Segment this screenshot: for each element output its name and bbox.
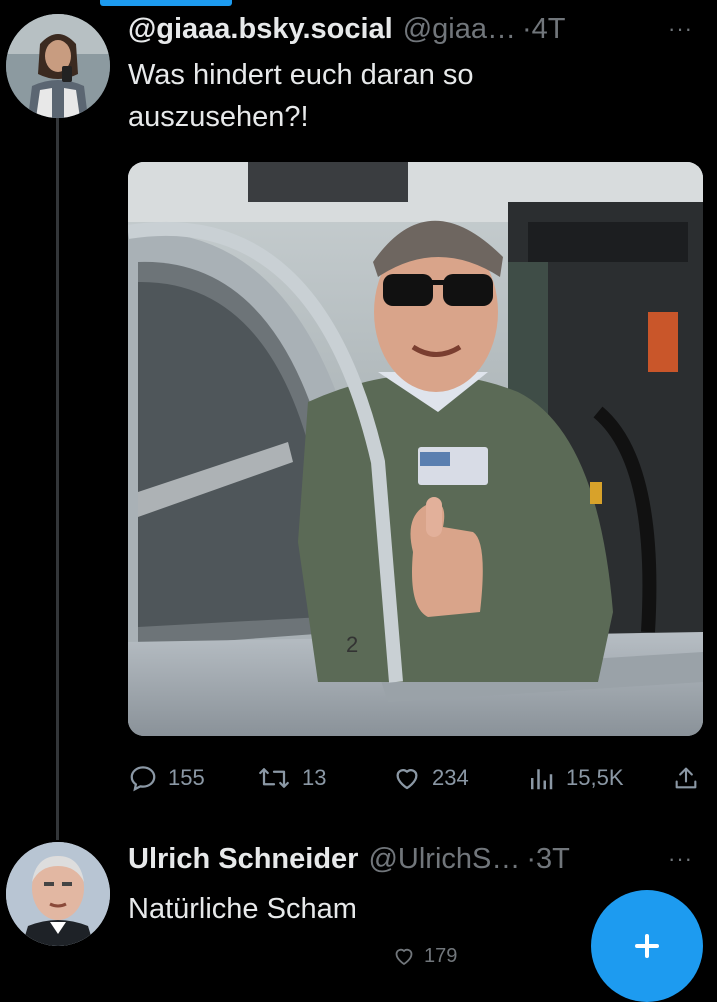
post-image[interactable]: 2 <box>128 162 703 736</box>
post-header: Ulrich Schneider @UlrichS… · 3T <box>128 842 570 876</box>
repost-button[interactable]: 13 <box>256 760 326 796</box>
avatar[interactable] <box>6 14 110 118</box>
thread-connector-line <box>56 112 59 840</box>
active-tab-indicator <box>100 0 232 6</box>
like-count: 234 <box>432 765 469 790</box>
post-text: Natürliche Scham <box>128 893 357 925</box>
post-text-line: Was hindert euch daran so <box>128 59 474 91</box>
post-text-line: auszusehen?! <box>128 101 309 133</box>
share-button[interactable] <box>672 760 700 796</box>
repost-count: 13 <box>302 765 327 790</box>
timestamp[interactable]: 4T <box>532 12 566 46</box>
user-handle[interactable]: @UlrichS… <box>368 842 520 876</box>
avatar-image <box>6 14 110 118</box>
more-options-icon[interactable]: ··· <box>668 16 693 42</box>
view-count: 15,5K <box>566 765 624 790</box>
like-count: 179 <box>424 944 458 967</box>
plus-icon <box>645 934 649 958</box>
user-handle[interactable]: @giaa… <box>403 12 516 46</box>
heart-icon <box>396 769 418 790</box>
reply-button[interactable]: 155 <box>128 760 205 796</box>
photo-pilot-in-cockpit-icon: 2 <box>128 162 703 736</box>
repost-icon <box>259 768 289 788</box>
like-button[interactable]: 234 <box>392 760 469 796</box>
display-name[interactable]: Ulrich Schneider <box>128 842 358 876</box>
separator-dot: · <box>526 843 537 875</box>
heart-icon <box>395 948 413 966</box>
compose-button[interactable] <box>591 890 703 1002</box>
separator-dot: · <box>522 13 532 45</box>
post-actions-bar: 155 13 234 15,5K <box>128 760 700 796</box>
avatar[interactable] <box>6 842 110 946</box>
more-options-icon[interactable]: ··· <box>668 846 693 872</box>
views-button[interactable]: 15,5K <box>526 760 624 796</box>
share-icon <box>675 767 697 789</box>
avatar-image <box>6 842 110 946</box>
display-name[interactable]: @giaaa.bsky.social <box>128 12 393 46</box>
reply-icon <box>130 766 156 792</box>
timestamp[interactable]: 3T <box>536 842 570 876</box>
post-text: Was hindert euch daran so auszusehen?! <box>128 54 474 138</box>
like-button[interactable]: 179 <box>392 944 457 968</box>
post-header: @giaaa.bsky.social @giaa… · 4T <box>128 12 566 46</box>
canopy-marking: 2 <box>346 632 358 657</box>
reply-count: 155 <box>168 765 205 790</box>
analytics-bars-icon <box>531 769 553 790</box>
